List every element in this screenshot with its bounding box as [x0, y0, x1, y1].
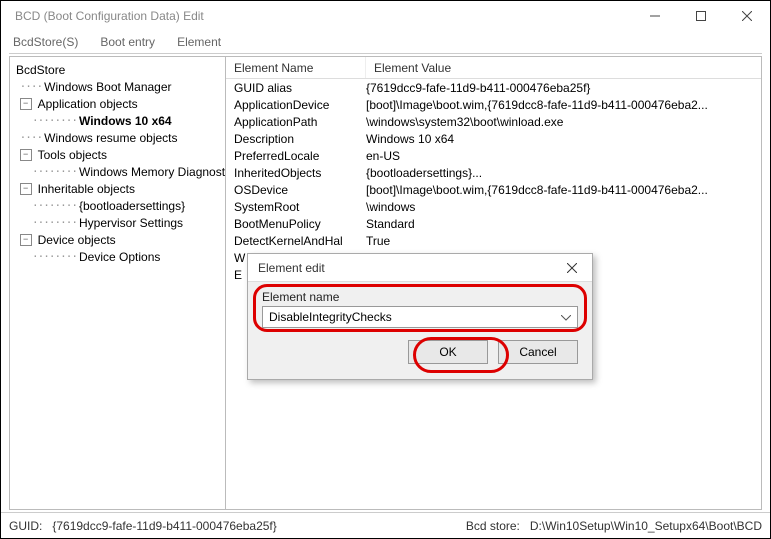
table-row[interactable]: DetectKernelAndHalTrue [226, 232, 761, 249]
table-row[interactable]: ApplicationDevice[boot]\Image\boot.wim,{… [226, 96, 761, 113]
minimize-button[interactable] [632, 1, 678, 31]
table-row[interactable]: ApplicationPath\windows\system32\boot\wi… [226, 113, 761, 130]
window-title: BCD (Boot Configuration Data) Edit [15, 9, 632, 23]
list-header-value[interactable]: Element Value [366, 57, 459, 78]
menubar: BcdStore(S) Boot entry Element [1, 31, 770, 53]
menu-bcdstore[interactable]: BcdStore(S) [9, 33, 82, 51]
ok-button[interactable]: OK [408, 340, 488, 364]
tree-view[interactable]: BcdStore ····Windows Boot Manager −Appli… [10, 57, 226, 509]
tree-item[interactable]: ····Windows resume objects [10, 129, 225, 146]
table-row[interactable]: DescriptionWindows 10 x64 [226, 130, 761, 147]
tree-expander-icon[interactable]: − [20, 98, 32, 110]
maximize-button[interactable] [678, 1, 724, 31]
table-row[interactable]: InheritedObjects{bootloadersettings}... [226, 164, 761, 181]
tree-item[interactable]: ····Windows Boot Manager [10, 78, 225, 95]
cancel-button[interactable]: Cancel [498, 340, 578, 364]
tree-root[interactable]: BcdStore [10, 61, 225, 78]
status-store-label: Bcd store: [466, 519, 520, 533]
dialog-field-label: Element name [262, 290, 339, 304]
tree-item[interactable]: ········Device Options [10, 248, 225, 265]
statusbar: GUID: {7619dcc9-fafe-11d9-b411-000476eba… [1, 512, 770, 538]
tree-item[interactable]: −Application objects [10, 95, 225, 112]
tree-expander-icon[interactable]: − [20, 183, 32, 195]
element-edit-dialog: Element edit Element name DisableIntegri… [247, 253, 593, 380]
table-row[interactable]: PreferredLocaleen-US [226, 147, 761, 164]
dialog-titlebar: Element edit [248, 254, 592, 282]
menu-element[interactable]: Element [173, 33, 225, 51]
tree-expander-icon[interactable]: − [20, 234, 32, 246]
table-row[interactable]: BootMenuPolicyStandard [226, 215, 761, 232]
tree-item[interactable]: −Device objects [10, 231, 225, 248]
table-row[interactable]: GUID alias{7619dcc9-fafe-11d9-b411-00047… [226, 79, 761, 96]
close-button[interactable] [724, 1, 770, 31]
menu-boot-entry[interactable]: Boot entry [96, 33, 159, 51]
tree-item[interactable]: ········Windows Memory Diagnostic [10, 163, 225, 180]
table-row[interactable]: OSDevice[boot]\Image\boot.wim,{7619dcc8-… [226, 181, 761, 198]
status-guid-value: {7619dcc9-fafe-11d9-b411-000476eba25f} [52, 519, 276, 533]
table-row[interactable]: SystemRoot\windows [226, 198, 761, 215]
titlebar: BCD (Boot Configuration Data) Edit [1, 1, 770, 31]
status-store-value: D:\Win10Setup\Win10_Setupx64\Boot\BCD [530, 519, 762, 533]
dialog-title: Element edit [258, 261, 325, 275]
element-name-combo[interactable]: DisableIntegrityChecks [262, 306, 578, 328]
tree-item[interactable]: −Inheritable objects [10, 180, 225, 197]
tree-expander-icon[interactable]: − [20, 149, 32, 161]
dialog-close-button[interactable] [552, 254, 592, 282]
list-header-name[interactable]: Element Name [226, 57, 366, 78]
tree-item[interactable]: ········Hypervisor Settings [10, 214, 225, 231]
tree-item[interactable]: ········Windows 10 x64 [10, 112, 225, 129]
combo-value: DisableIntegrityChecks [269, 310, 392, 324]
status-guid-label: GUID: [9, 519, 42, 533]
tree-item[interactable]: −Tools objects [10, 146, 225, 163]
list-header: Element Name Element Value [226, 57, 761, 79]
tree-item[interactable]: ········{bootloadersettings} [10, 197, 225, 214]
chevron-down-icon [559, 311, 573, 325]
